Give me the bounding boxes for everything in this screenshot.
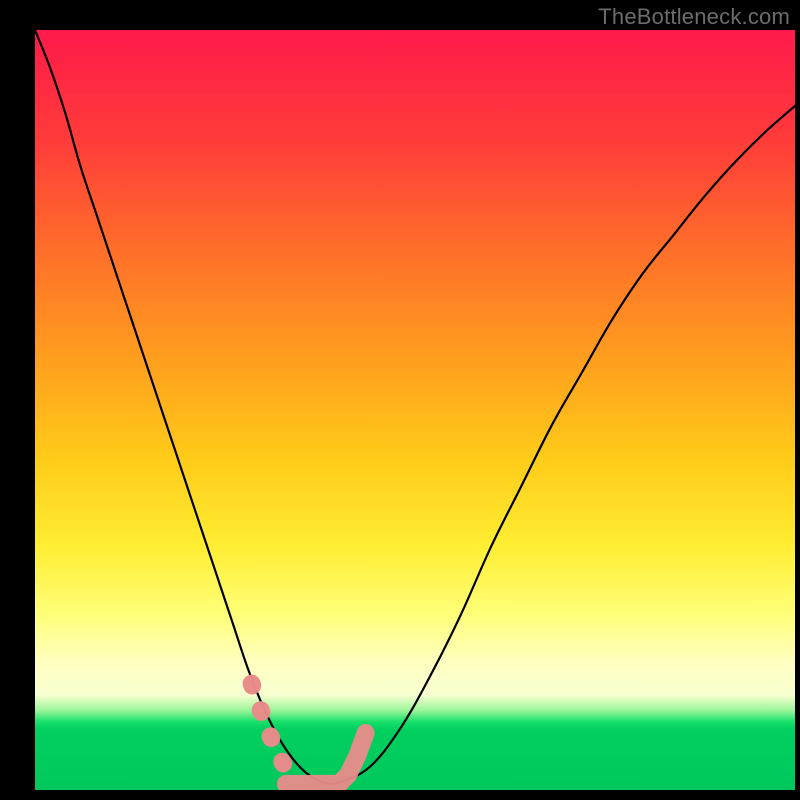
valley-highlight-dots	[252, 684, 284, 765]
valley-highlight	[286, 733, 366, 784]
chart-stage: TheBottleneck.com	[0, 0, 800, 800]
curve-layer	[35, 30, 795, 790]
watermark-text: TheBottleneck.com	[598, 4, 790, 30]
plot-area	[35, 30, 795, 790]
bottleneck-curve	[35, 30, 795, 784]
